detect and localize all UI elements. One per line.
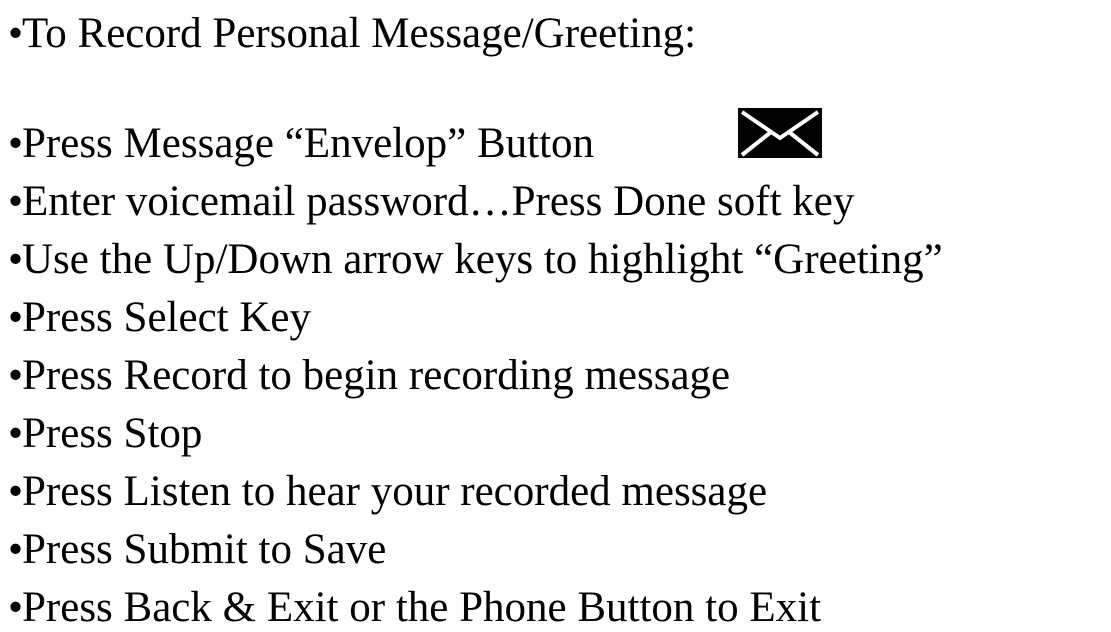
step-press-back-exit: •Press Back & Exit or the Phone Button t… <box>8 584 821 632</box>
slide-heading: •To Record Personal Message/Greeting: <box>8 10 696 58</box>
bullet: • <box>8 236 24 283</box>
step-text: Press Back & Exit or the Phone Button to… <box>22 584 822 631</box>
step-text: Press Listen to hear your recorded messa… <box>22 468 768 515</box>
step-text: Enter voicemail password…Press Done soft… <box>22 178 855 225</box>
bullet: • <box>8 10 24 57</box>
step-text: Press Select Key <box>22 294 311 341</box>
step-enter-password: •Enter voicemail password…Press Done sof… <box>8 178 854 226</box>
step-text: Use the Up/Down arrow keys to highlight … <box>22 236 943 283</box>
step-text: Press Stop <box>22 410 203 457</box>
step-press-stop: •Press Stop <box>8 410 202 458</box>
bullet: • <box>8 352 24 399</box>
bullet: • <box>8 410 24 457</box>
step-press-message-button: •Press Message “Envelop” Button <box>8 120 594 168</box>
bullet: • <box>8 584 24 631</box>
instruction-slide: •To Record Personal Message/Greeting: •P… <box>0 0 1111 631</box>
heading-text: To Record Personal Message/Greeting: <box>22 10 697 57</box>
bullet: • <box>8 468 24 515</box>
step-text: Press Message “Envelop” Button <box>22 120 595 167</box>
step-press-record: •Press Record to begin recording message <box>8 352 730 400</box>
step-text: Press Record to begin recording message <box>22 352 731 399</box>
bullet: • <box>8 178 24 225</box>
step-press-select: •Press Select Key <box>8 294 311 342</box>
step-press-submit: •Press Submit to Save <box>8 526 386 574</box>
bullet: • <box>8 526 24 573</box>
bullet: • <box>8 120 24 167</box>
bullet: • <box>8 294 24 341</box>
step-highlight-greeting: •Use the Up/Down arrow keys to highlight… <box>8 236 943 284</box>
step-text: Press Submit to Save <box>22 526 387 573</box>
step-press-listen: •Press Listen to hear your recorded mess… <box>8 468 767 516</box>
envelope-icon <box>738 108 822 158</box>
